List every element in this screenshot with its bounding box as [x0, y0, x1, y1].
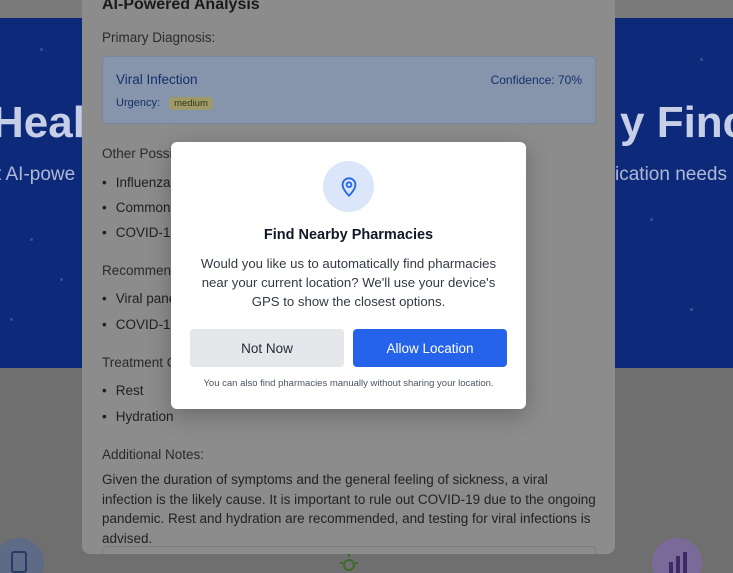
modal-title: Find Nearby Pharmacies [263, 227, 434, 243]
other-possibilities-label: Other Possib [102, 146, 181, 161]
hero-title-fragment-right: y Finc [620, 98, 733, 147]
allow-location-button[interactable]: Allow Location [353, 329, 507, 367]
location-permission-modal: Find Nearby Pharmacies Would you like us… [171, 142, 526, 409]
list-item: COVID-1 [102, 225, 171, 240]
additional-notes-text: Given the duration of symptoms and the g… [102, 472, 596, 546]
bar-chart-icon [652, 538, 702, 573]
list-item: Rest [102, 383, 144, 398]
list-item: Influenza [102, 175, 171, 190]
primary-diagnosis-box: Viral Infection Confidence: 70% Urgency:… [102, 56, 596, 124]
modal-description: Would you like us to automatically find … [200, 256, 497, 309]
modal-footnote: You can also find pharmacies manually wi… [203, 378, 494, 389]
diagnosis-name: Viral Infection [116, 72, 198, 87]
list-item: Viral pane [102, 291, 177, 306]
map-pin-icon [323, 161, 374, 212]
treatment-label: Treatment O [102, 355, 178, 370]
primary-diagnosis-label: Primary Diagnosis: [102, 30, 216, 45]
urgency-label: Urgency: [116, 97, 161, 109]
analysis-title: AI-Powered Analysis [102, 0, 260, 13]
not-now-button[interactable]: Not Now [190, 329, 344, 367]
list-item: Common [102, 200, 171, 215]
confidence-value: Confidence: 70% [490, 73, 582, 87]
list-item: COVID-1 [102, 317, 171, 332]
recommendations-label: Recommend [102, 263, 179, 278]
urgency-row: Urgency: medium [116, 97, 213, 110]
hero-subtitle-fragment-left: t AI-powe [0, 164, 76, 185]
card-next-section [102, 546, 596, 554]
list-item: Hydration [102, 409, 174, 424]
urgency-badge: medium [169, 97, 213, 110]
hero-subtitle-fragment-right: ication needs [615, 164, 727, 185]
document-icon [0, 538, 44, 573]
additional-notes-label: Additional Notes: [102, 447, 205, 462]
